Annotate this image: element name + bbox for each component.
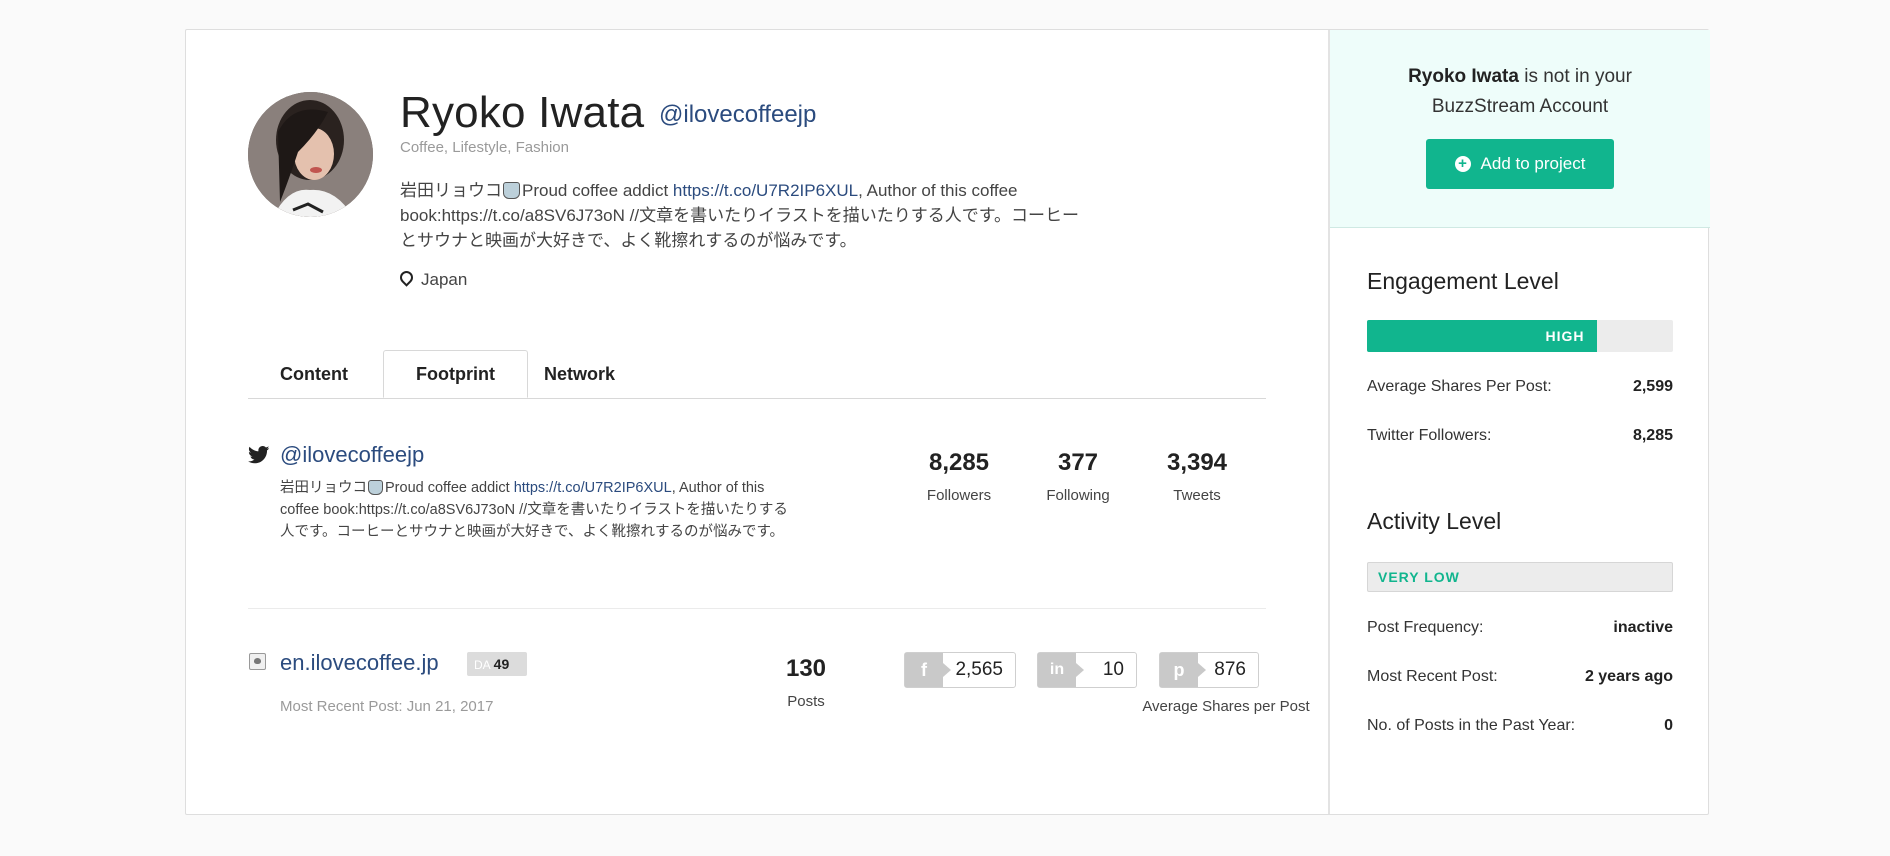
kv-label: Post Frequency: <box>1367 619 1484 636</box>
facebook-icon: f <box>905 653 951 687</box>
bio-text-mid: Proud coffee addict <box>522 181 673 200</box>
twitter-bio-pre: 岩田リョウコ <box>280 480 367 496</box>
profile-card: Ryoko Iwata @ilovecoffeejp Coffee, Lifes… <box>185 29 1710 815</box>
kv-value: inactive <box>1613 619 1673 636</box>
not-in-text-2: BuzzStream Account <box>1431 96 1609 117</box>
kv-value: 2 years ago <box>1584 668 1673 685</box>
share-value: 10 <box>1102 659 1124 680</box>
engagement-level-fill: HIGH <box>1367 320 1597 352</box>
twitter-bio-mid: Proud coffee addict <box>385 480 514 496</box>
engagement-row: Twitter Followers: 8,285 <box>1367 427 1673 445</box>
not-in-text-1: is not in your <box>1518 66 1632 87</box>
side-panel: Ryoko Iwata is not in your BuzzStream Ac… <box>1328 30 1710 814</box>
add-button-label: Add to project <box>1480 154 1586 173</box>
stat-followers: 8,285 Followers <box>904 449 1014 504</box>
coffee-cup-icon <box>368 480 383 495</box>
profile-name: Ryoko Iwata <box>400 88 645 137</box>
linkedin-icon: in <box>1038 653 1084 687</box>
plus-circle-icon: + <box>1454 156 1471 172</box>
coffee-cup-icon <box>503 182 520 199</box>
da-label: DA <box>474 658 491 672</box>
activity-row: Post Frequency: inactive <box>1367 619 1673 637</box>
tab-content[interactable]: Content <box>248 350 380 398</box>
activity-row: No. of Posts in the Past Year: 0 <box>1367 717 1673 735</box>
profile-main: Ryoko Iwata @ilovecoffeejp Coffee, Lifes… <box>186 30 1328 814</box>
domain-authority-badge: DA 49 <box>467 652 527 676</box>
stat-label: Posts <box>787 693 825 710</box>
stat-value: 8,285 <box>928 449 990 476</box>
stat-value: 3,394 <box>1166 449 1228 476</box>
website-recent-post: Most Recent Post: Jun 21, 2017 <box>280 698 494 715</box>
da-value: 49 <box>493 656 510 672</box>
profile-tabs: Content Footprint Network <box>248 350 1266 399</box>
profile-handle-link[interactable]: @ilovecoffeejp <box>659 101 816 129</box>
share-value: 2,565 <box>955 659 1003 680</box>
pinterest-icon: p <box>1160 653 1206 687</box>
kv-value: 2,599 <box>1632 378 1673 395</box>
twitter-bio-link[interactable]: https://t.co/U7R2IP6XUL <box>514 480 672 496</box>
tab-footprint[interactable]: Footprint <box>383 350 528 398</box>
pinterest-shares: p 876 <box>1159 652 1259 688</box>
profile-bio: 岩田リョウコ Proud coffee addict https://t.co/U… <box>400 178 1080 253</box>
website-favicon-icon <box>249 653 266 670</box>
kv-label: Most Recent Post: <box>1367 668 1498 685</box>
stat-following: 377 Following <box>1023 449 1133 504</box>
profile-location: Japan <box>397 268 468 290</box>
website-link[interactable]: en.ilovecoffee.jp <box>280 650 439 676</box>
kv-label: No. of Posts in the Past Year: <box>1367 717 1576 734</box>
profile-tags: Coffee, Lifestyle, Fashion <box>400 139 569 156</box>
engagement-level-bar: HIGH <box>1367 320 1673 352</box>
engagement-row: Average Shares Per Post: 2,599 <box>1367 378 1673 396</box>
bio-link[interactable]: https://t.co/U7R2IP6XUL <box>673 181 858 200</box>
stat-posts: 130 Posts <box>761 655 851 710</box>
stat-value: 130 <box>785 655 827 682</box>
engagement-title: Engagement Level <box>1367 268 1559 294</box>
activity-row: Most Recent Post: 2 years ago <box>1367 668 1673 686</box>
kv-label: Twitter Followers: <box>1367 427 1492 444</box>
bio-text-pre: 岩田リョウコ <box>400 181 502 200</box>
facebook-shares: f 2,565 <box>904 652 1016 688</box>
stat-label: Following <box>1046 487 1110 504</box>
twitter-bio: 岩田リョウコ Proud coffee addict https://t.co/U… <box>280 477 800 543</box>
location-text: Japan <box>421 270 468 289</box>
row-divider <box>248 608 1266 609</box>
kv-label: Average Shares Per Post: <box>1367 378 1552 395</box>
twitter-handle-link[interactable]: @ilovecoffeejp <box>280 442 424 468</box>
map-pin-icon <box>397 268 416 287</box>
activity-level-label: VERY LOW <box>1378 569 1460 585</box>
stat-label: Tweets <box>1173 487 1221 504</box>
avatar <box>248 92 373 217</box>
activity-level-bar: VERY LOW <box>1367 562 1673 592</box>
activity-title: Activity Level <box>1367 508 1502 534</box>
share-value: 876 <box>1214 659 1246 680</box>
stat-value: 377 <box>1057 449 1099 476</box>
add-to-project-button[interactable]: + Add to project <box>1426 139 1614 189</box>
kv-value: 0 <box>1664 717 1673 734</box>
not-in-name: Ryoko Iwata <box>1408 66 1519 87</box>
tab-network[interactable]: Network <box>512 350 647 398</box>
linkedin-shares: in 10 <box>1037 652 1137 688</box>
twitter-icon <box>248 446 270 464</box>
stat-label: Followers <box>926 487 992 504</box>
engagement-level-label: HIGH <box>1545 328 1585 344</box>
stat-tweets: 3,394 Tweets <box>1142 449 1252 504</box>
not-in-account-message: Ryoko Iwata is not in your BuzzStream Ac… <box>1330 62 1710 122</box>
account-status-panel: Ryoko Iwata is not in your BuzzStream Ac… <box>1330 30 1710 228</box>
kv-value: 8,285 <box>1632 427 1673 444</box>
